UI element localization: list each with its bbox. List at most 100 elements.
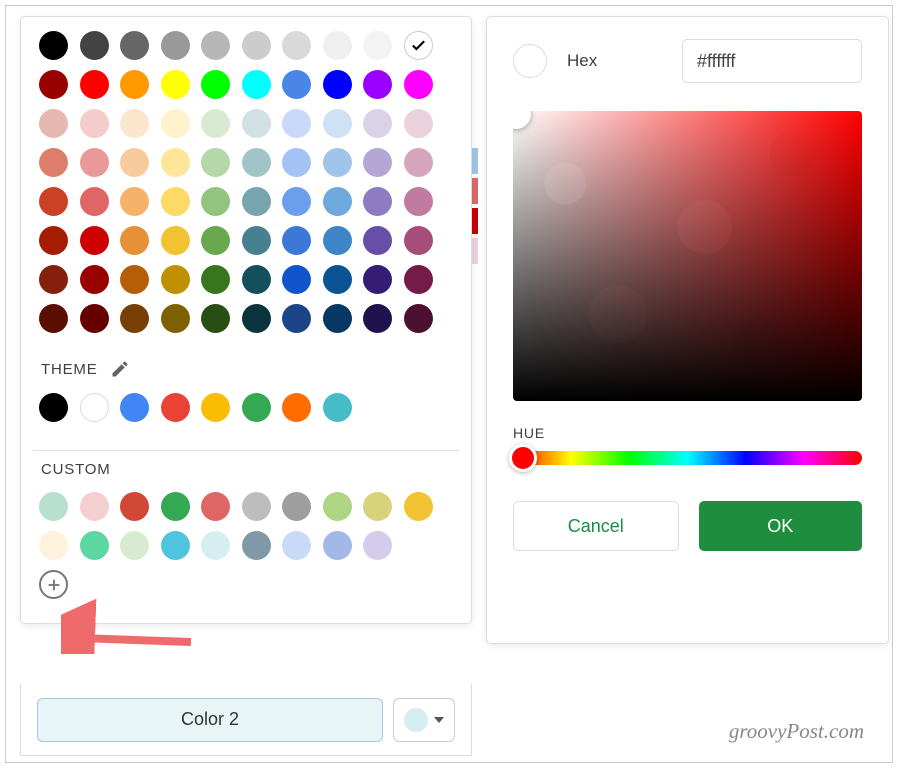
color-swatch[interactable]: [120, 492, 149, 521]
color-swatch[interactable]: [404, 109, 433, 138]
color-swatch[interactable]: [242, 187, 271, 216]
color-swatch[interactable]: [201, 226, 230, 255]
color-swatch[interactable]: [201, 109, 230, 138]
color-swatch[interactable]: [404, 187, 433, 216]
color-swatch[interactable]: [120, 531, 149, 560]
color-swatch[interactable]: [80, 226, 109, 255]
color-swatch[interactable]: [323, 531, 352, 560]
color-swatch[interactable]: [323, 109, 352, 138]
color-swatch[interactable]: [80, 187, 109, 216]
color-swatch[interactable]: [282, 492, 311, 521]
color-swatch[interactable]: [404, 148, 433, 177]
color-swatch[interactable]: [201, 70, 230, 99]
color-swatch[interactable]: [120, 109, 149, 138]
color-swatch[interactable]: [80, 109, 109, 138]
color-swatch[interactable]: [404, 226, 433, 255]
color-swatch[interactable]: [161, 187, 190, 216]
color-swatch[interactable]: [120, 393, 149, 422]
color-swatch[interactable]: [39, 70, 68, 99]
color-swatch[interactable]: [161, 393, 190, 422]
saturation-value-area[interactable]: [513, 111, 862, 401]
color-swatch[interactable]: [323, 492, 352, 521]
color-swatch[interactable]: [161, 492, 190, 521]
color-swatch[interactable]: [80, 531, 109, 560]
color-swatch[interactable]: [242, 393, 271, 422]
color-swatch[interactable]: [363, 226, 392, 255]
color-swatch[interactable]: [120, 31, 149, 60]
color-swatch[interactable]: [323, 187, 352, 216]
color-swatch[interactable]: [282, 70, 311, 99]
color-swatch[interactable]: [282, 148, 311, 177]
color-swatch[interactable]: [242, 148, 271, 177]
color-swatch[interactable]: [282, 393, 311, 422]
color-swatch[interactable]: [282, 226, 311, 255]
color-swatch[interactable]: [282, 31, 311, 60]
color-swatch[interactable]: [120, 265, 149, 294]
color-swatch[interactable]: [363, 148, 392, 177]
color-swatch[interactable]: [201, 492, 230, 521]
color-swatch[interactable]: [201, 304, 230, 333]
color-swatch[interactable]: [80, 148, 109, 177]
color-swatch[interactable]: [323, 70, 352, 99]
color-swatch[interactable]: [201, 31, 230, 60]
color-swatch[interactable]: [323, 148, 352, 177]
color-swatch[interactable]: [323, 31, 352, 60]
color-swatch[interactable]: [363, 492, 392, 521]
color-swatch[interactable]: [39, 187, 68, 216]
color-swatch[interactable]: [323, 226, 352, 255]
ok-button[interactable]: OK: [699, 501, 863, 551]
color-swatch[interactable]: [39, 265, 68, 294]
color-swatch[interactable]: [39, 393, 68, 422]
color-swatch[interactable]: [363, 70, 392, 99]
color-swatch[interactable]: [404, 265, 433, 294]
color-swatch[interactable]: [201, 187, 230, 216]
color-swatch[interactable]: [201, 393, 230, 422]
color-swatch[interactable]: [39, 31, 68, 60]
color-swatch[interactable]: [323, 265, 352, 294]
cancel-button[interactable]: Cancel: [513, 501, 679, 551]
color-swatch[interactable]: [242, 531, 271, 560]
color-swatch[interactable]: [80, 31, 109, 60]
color-swatch[interactable]: [282, 304, 311, 333]
color-swatch[interactable]: [39, 226, 68, 255]
color-swatch[interactable]: [80, 492, 109, 521]
color-swatch[interactable]: [161, 31, 190, 60]
color-swatch[interactable]: [161, 226, 190, 255]
color-swatch[interactable]: [282, 109, 311, 138]
color-swatch[interactable]: [120, 226, 149, 255]
color-swatch[interactable]: [161, 148, 190, 177]
color-swatch[interactable]: [282, 265, 311, 294]
color-swatch[interactable]: [120, 187, 149, 216]
color-swatch[interactable]: [363, 187, 392, 216]
color-slot-swatch-dropdown[interactable]: [393, 698, 455, 742]
color-swatch[interactable]: [363, 531, 392, 560]
color-swatch[interactable]: [80, 393, 109, 422]
color-swatch[interactable]: [161, 265, 190, 294]
color-swatch[interactable]: [80, 70, 109, 99]
color-swatch[interactable]: [201, 531, 230, 560]
color-swatch[interactable]: [242, 226, 271, 255]
color-swatch[interactable]: [39, 109, 68, 138]
color-swatch[interactable]: [161, 70, 190, 99]
color-swatch[interactable]: [80, 304, 109, 333]
color-slot-button[interactable]: Color 2: [37, 698, 383, 742]
color-swatch-selected[interactable]: [404, 31, 433, 60]
color-swatch[interactable]: [323, 304, 352, 333]
color-swatch[interactable]: [39, 492, 68, 521]
color-swatch[interactable]: [242, 109, 271, 138]
hue-slider[interactable]: [513, 451, 862, 465]
color-swatch[interactable]: [120, 304, 149, 333]
color-swatch[interactable]: [363, 304, 392, 333]
color-swatch[interactable]: [404, 492, 433, 521]
color-swatch[interactable]: [201, 148, 230, 177]
color-swatch[interactable]: [323, 393, 352, 422]
color-swatch[interactable]: [363, 31, 392, 60]
color-swatch[interactable]: [282, 531, 311, 560]
color-swatch[interactable]: [161, 304, 190, 333]
color-swatch[interactable]: [39, 148, 68, 177]
hue-handle[interactable]: [509, 444, 537, 472]
color-swatch[interactable]: [242, 304, 271, 333]
pencil-icon[interactable]: [110, 359, 130, 379]
color-swatch[interactable]: [161, 109, 190, 138]
color-swatch[interactable]: [242, 70, 271, 99]
